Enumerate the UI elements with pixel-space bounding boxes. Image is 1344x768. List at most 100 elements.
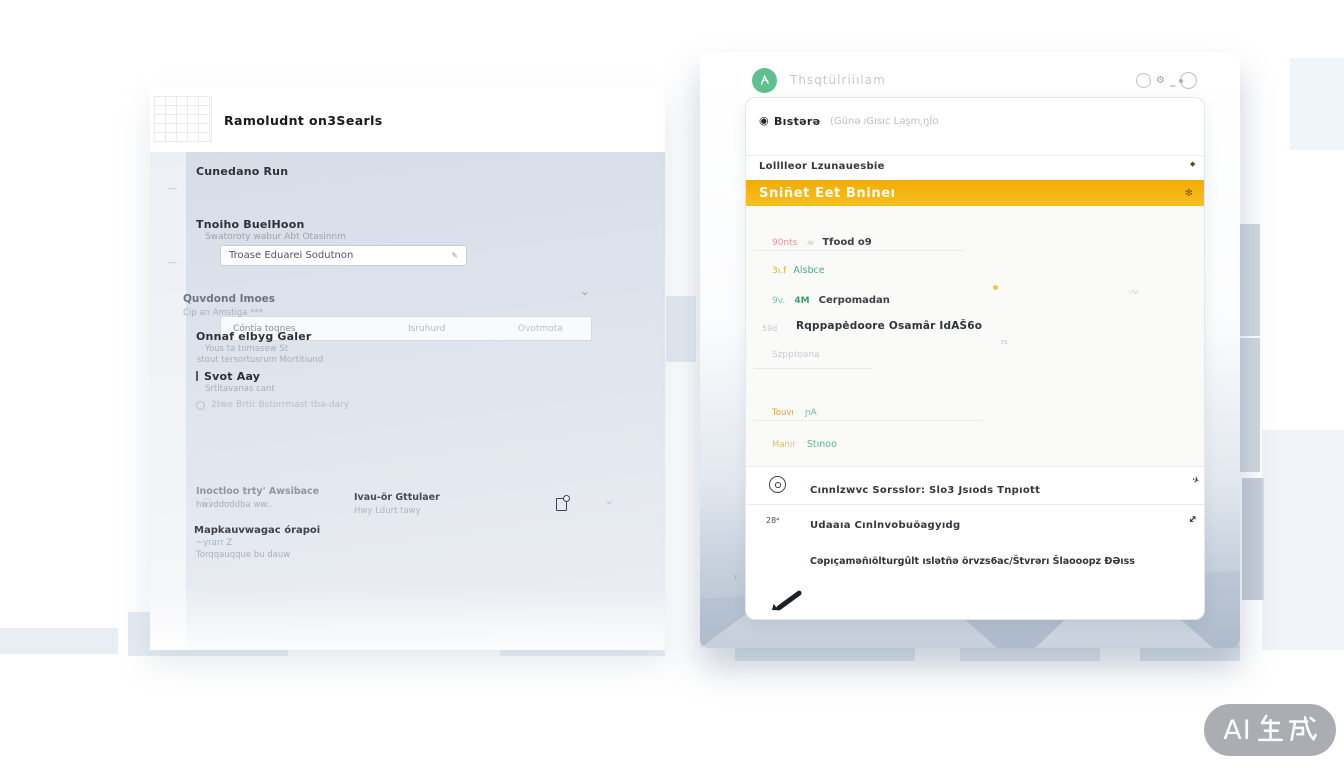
field-touvi-label: Touvı — [772, 408, 794, 418]
left-dialog-window: Ramoludnt on3Searls Cunedano Run — Troas… — [150, 88, 665, 650]
row-language[interactable]: Lolllleor Lzunauesbie ◆ — [746, 155, 1205, 180]
plane-icon: ✈ — [1191, 475, 1201, 487]
svot-radio-row[interactable]: 2twe Brtir Bstorrmast tba-dary — [196, 400, 349, 410]
field-touvi[interactable]: Touvı ɲA — [772, 400, 817, 419]
build-section-hint: Swatoroty wabur Abt Otasinnm — [205, 232, 346, 242]
avatar[interactable] — [752, 68, 777, 93]
left-dialog-header: Ramoludnt on3Searls — [150, 88, 665, 152]
chevron-down-icon[interactable]: ⌄ — [580, 284, 590, 298]
faded-sketch-logo — [154, 96, 212, 142]
svot-section-hint: Srtltavanas cant — [205, 384, 275, 394]
chevron-down-icon[interactable]: ⌄ — [604, 493, 614, 507]
app-title: Thsqtülriiılam — [790, 73, 886, 87]
radio-icon[interactable] — [196, 401, 205, 410]
trees-icon: 4M — [794, 296, 809, 306]
flower-icon: ✻ — [1185, 188, 1193, 199]
column-2: Isruhurd — [408, 324, 518, 334]
disc-icon — [769, 476, 786, 493]
run-input-value: Troase Eduarei Sodutnon — [229, 250, 353, 261]
field-report-label: 59d — [762, 324, 777, 333]
footer1-hint: hwvddoddba ww.. — [196, 500, 272, 510]
footer2-hint-2: Torqqauqque bu dauw — [196, 550, 290, 560]
circle-button[interactable] — [1136, 73, 1151, 88]
section-bar-icon — [196, 371, 198, 381]
avatar-scribble-icon — [757, 73, 772, 88]
row-long-label: Cəpıçaməñıölturgûlt ıslətñə örvzs6ac/Štv… — [810, 556, 1135, 567]
field-manir-label: Manır — [772, 440, 796, 450]
quvdond-item-label[interactable]: Quvdond Imoes — [183, 293, 275, 305]
card-header-light: (Günə ıGısıc Ləşmˌŋİo — [830, 116, 938, 127]
bg-block — [1290, 58, 1344, 150]
row-language-label: Lolllleor Lzunauesbie — [759, 161, 885, 172]
diamond-icon: ◆ — [1190, 160, 1195, 168]
leaf-icon: 9v. — [772, 296, 785, 306]
update-badge: 28⁴ — [766, 516, 779, 525]
bg-block — [1262, 430, 1344, 650]
gallery-hint-2: stout tersortusrum Mortitiund — [197, 355, 323, 365]
bg-block — [0, 628, 118, 654]
card-header-bold: Bıstərə — [774, 115, 820, 128]
field-corporation-right: -ıv. — [1128, 287, 1140, 296]
field-manir[interactable]: Manır Stınoo — [772, 432, 837, 451]
row-session[interactable]: Cınnlzwvc Sorsslor: Slo3 Jsıods Tnpıott … — [746, 466, 1205, 504]
yellow-dot-icon — [993, 285, 998, 290]
gear-icon[interactable]: ⚙ — [1156, 75, 1165, 86]
dash-icon: — — [168, 184, 177, 194]
field-corporation[interactable]: 9v. 4M Cerpomadan — [772, 288, 890, 307]
ai-generated-watermark: AI — [1204, 704, 1336, 756]
row-selected[interactable]: Sniñet Eet Bnineı ✻ — [746, 180, 1205, 206]
field-corporation-value: Cerpomadan — [819, 295, 890, 306]
run-section-label: Cunedano Run — [196, 165, 288, 178]
field-alsbce-prefix: 3ı.f — [772, 266, 786, 276]
header-bullet-icon: ◉ — [759, 114, 769, 127]
footer2-label: Mapkauvwagac órapoi — [194, 525, 320, 536]
blue-tick-icon: ˀ — [734, 574, 737, 583]
field-underline — [754, 368, 872, 369]
minimize-icon[interactable]: _ — [1170, 74, 1176, 87]
field-food-value: Tfood o9 — [822, 237, 871, 248]
card-subtitle: Hwy Ldurt tawy — [354, 506, 421, 516]
field-food-mid: ˌw — [805, 238, 814, 247]
bg-block — [960, 648, 1100, 661]
field-manir-value: Stınoo — [807, 439, 837, 450]
build-section-label: Tnoiho BuelHoon — [196, 218, 304, 231]
row-session-label: Cınnlzwvc Sorsslor: Slo3 Jsıods Tnpıott — [810, 485, 1040, 496]
record-circle-icon[interactable] — [1180, 72, 1197, 89]
field-underline — [754, 250, 964, 251]
fields-section: 90nts ˌw Tfood o9 3ı.f Alsbce 9v. 4M Cer… — [746, 206, 1205, 466]
footer1-label: Inoctloo trty' Awsibace — [196, 486, 319, 497]
gallery-section-label: Onnaf elbyg Galer — [196, 330, 312, 343]
row-long[interactable]: Cəpıçaməñıölturgûlt ıslətñə örvzs6ac/Štv… — [746, 544, 1205, 580]
row-update[interactable]: 28⁴ Udaaıa Cınlnvobuöagyıdg ↔ — [746, 504, 1205, 544]
row-update-label: Udaaıa Cınlnvobuöagyıdg — [810, 520, 960, 531]
watermark-latin: AI — [1223, 715, 1251, 746]
quvdond-item-hint: Cip an Amstiga *** — [183, 308, 263, 318]
expand-icon: ↔ — [1186, 513, 1200, 527]
right-window-slab: Thsqtülriiılam ⚙ _ ◉ Bıstərə (Günə ıGısı… — [700, 52, 1240, 648]
field-food[interactable]: 90nts ˌw Tfood o9 — [772, 230, 872, 249]
run-input[interactable]: Troase Eduarei Sodutnon ✎ — [220, 245, 467, 266]
field-alsbce-value: Alsbce — [793, 265, 824, 276]
pencil-icon[interactable] — [772, 590, 806, 610]
footer2-hint-1: ~yrarr Z — [196, 538, 232, 548]
field-alsbce[interactable]: 3ı.f Alsbce — [772, 258, 825, 277]
field-food-prefix: 90nts — [772, 238, 797, 248]
field-report-tiny: rs — [1001, 338, 1008, 346]
left-dialog-body: Cunedano Run — Troase Eduarei Sodutnon ✎… — [150, 152, 665, 650]
field-placeholder[interactable]: Szpptoana — [772, 350, 820, 360]
svot-section-label: Svot Aay — [196, 370, 260, 383]
radio-label: 2twe Brtir Bstorrmast tba-dary — [211, 400, 349, 410]
card-title: Ivau-ör Gttulaer — [354, 492, 440, 503]
watermark-cjk-glyphs — [1255, 713, 1317, 747]
field-touvi-value: ɲA — [805, 408, 817, 418]
window-controls: ⚙ _ — [1136, 72, 1197, 89]
pen-cursor-icon: ✎ — [451, 251, 458, 260]
field-report-value[interactable]: Rqppapėdoore Osamâr IdAŠ6o — [796, 320, 982, 332]
field-underline — [754, 420, 982, 421]
column-3: Ovotmota — [518, 324, 563, 334]
settings-card: ◉ Bıstərə (Günə ıGısıc Ləşmˌŋİo Lolllleo… — [745, 97, 1205, 620]
copy-icon[interactable] — [556, 498, 567, 511]
dash-icon: — — [168, 258, 177, 268]
bg-block — [666, 296, 696, 362]
gallery-hint-1: Yous ta tomasew St — [205, 344, 288, 354]
